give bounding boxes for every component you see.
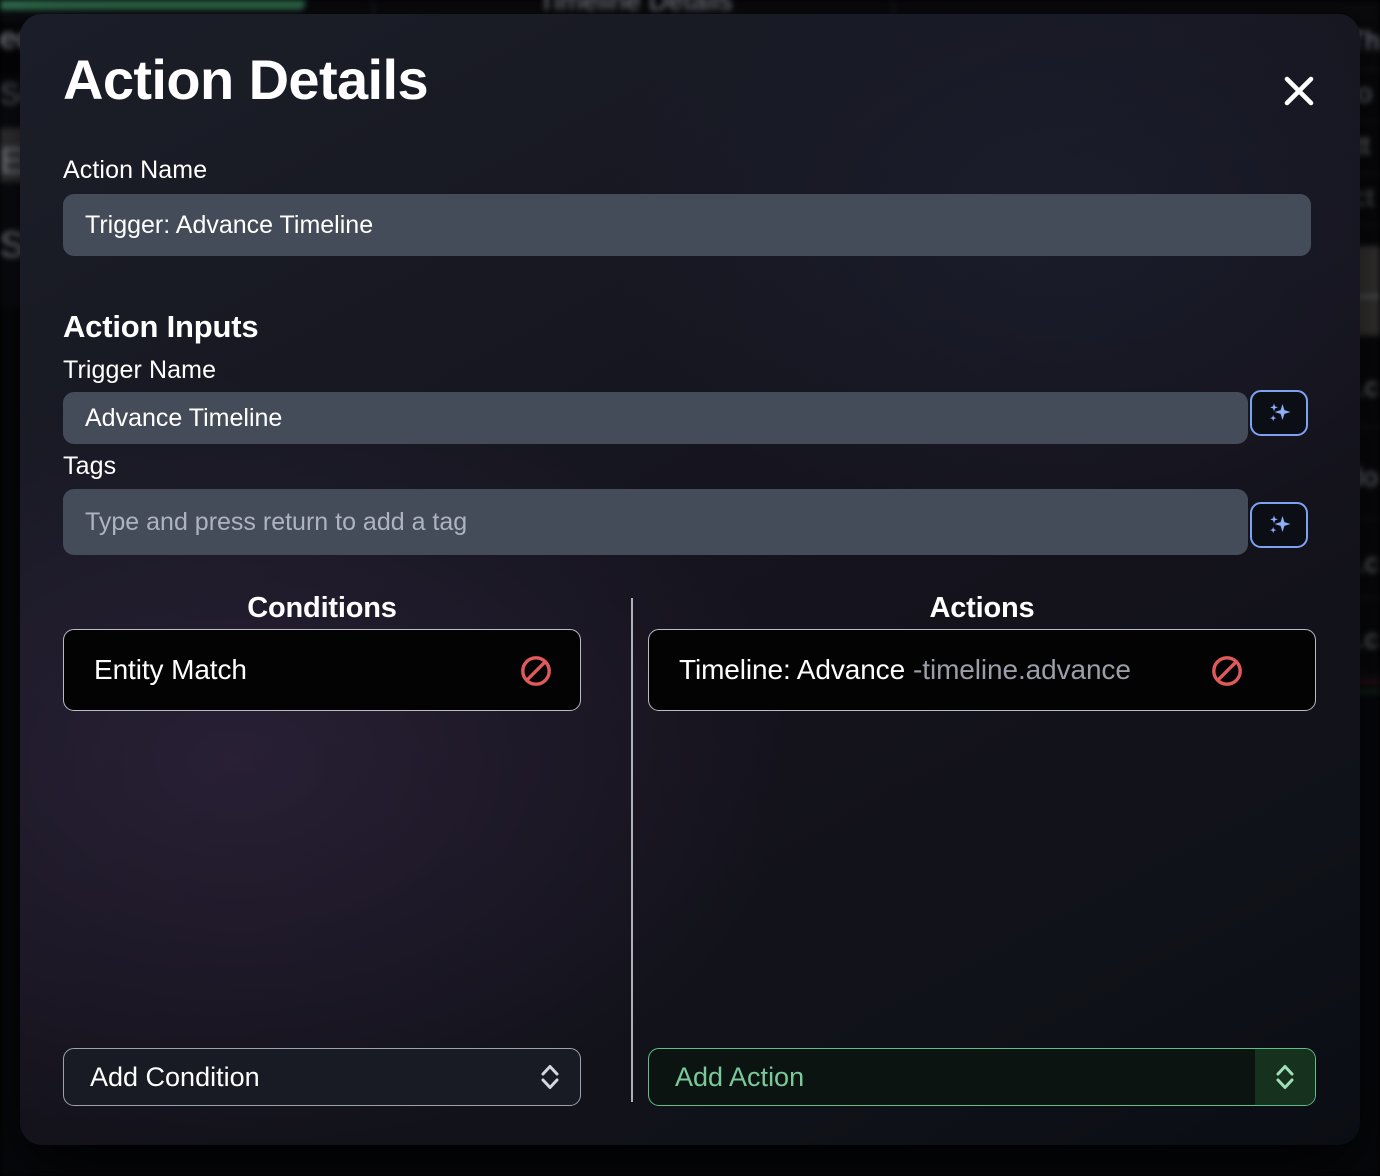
prohibited-icon[interactable] [519, 654, 553, 688]
backdrop-green-accent-bar [0, 0, 305, 10]
action-name-input[interactable] [63, 194, 1311, 256]
conditions-panel-title: Conditions [247, 592, 397, 624]
sparkles-icon[interactable] [1250, 502, 1308, 548]
page-title: Action Details [63, 48, 429, 111]
action-details-dialog: Action Details Action Name Action Inputs… [20, 14, 1360, 1145]
condition-item-label: Entity Match [94, 654, 247, 685]
action-list-item[interactable]: Timeline: Advance - timeline.advance [648, 629, 1316, 711]
tags-label: Tags [63, 452, 117, 480]
trigger-name-label: Trigger Name [63, 356, 217, 384]
tags-input[interactable] [63, 489, 1248, 555]
sparkles-icon[interactable] [1250, 390, 1308, 436]
add-action-label: Add Action [675, 1061, 805, 1092]
add-condition-select[interactable]: Add Condition [63, 1048, 581, 1106]
trigger-name-input[interactable] [63, 392, 1248, 444]
chevron-up-down-icon[interactable] [520, 1049, 580, 1105]
close-icon[interactable] [1276, 68, 1322, 114]
panel-divider [631, 598, 633, 1102]
actions-panel-title: Actions [929, 592, 1035, 624]
action-name-label: Action Name [63, 156, 208, 184]
action-item-label: Timeline: Advance [679, 654, 906, 685]
prohibited-icon[interactable] [1210, 654, 1244, 688]
action-item-separator: - [913, 654, 923, 685]
action-item-identifier: timeline.advance [922, 654, 1131, 685]
condition-list-item[interactable]: Entity Match [63, 629, 581, 711]
add-condition-label: Add Condition [90, 1061, 260, 1092]
chevron-up-down-icon[interactable] [1255, 1049, 1315, 1105]
add-action-select[interactable]: Add Action [648, 1048, 1316, 1106]
action-inputs-heading: Action Inputs [63, 309, 259, 344]
